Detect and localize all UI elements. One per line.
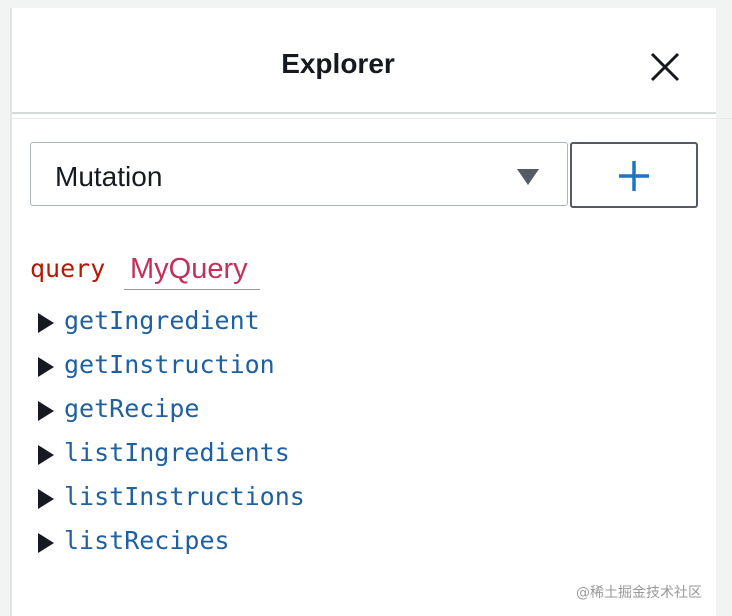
caret-right-icon [38,445,54,465]
caret-down-icon [517,169,539,185]
caret-right-icon [38,313,54,333]
close-button[interactable] [646,48,686,88]
field-name: getRecipe [64,394,200,423]
header-divider [12,112,716,114]
close-icon [650,52,680,82]
toolbar-divider [12,118,732,119]
field-name: getInstruction [64,350,275,379]
caret-right-icon [38,533,54,553]
operation-type-value: Mutation [55,161,163,192]
query-keyword: query [30,254,106,283]
field-name: listRecipes [64,526,230,555]
caret-right-icon [38,489,54,509]
explorer-header: Explorer [12,8,716,112]
operation-type-select[interactable]: Mutation [30,142,568,206]
caret-right-icon [38,401,54,421]
field-name: listInstructions [64,482,305,511]
watermark-text: @稀土掘金技术社区 [576,585,702,601]
query-name-input[interactable]: MyQuery [124,250,260,290]
field-name: getIngredient [64,306,260,335]
field-name: listIngredients [64,438,290,467]
caret-right-icon [38,357,54,377]
explorer-title: Explorer [281,48,395,79]
plus-icon [619,161,649,191]
add-operation-button[interactable] [570,142,698,208]
